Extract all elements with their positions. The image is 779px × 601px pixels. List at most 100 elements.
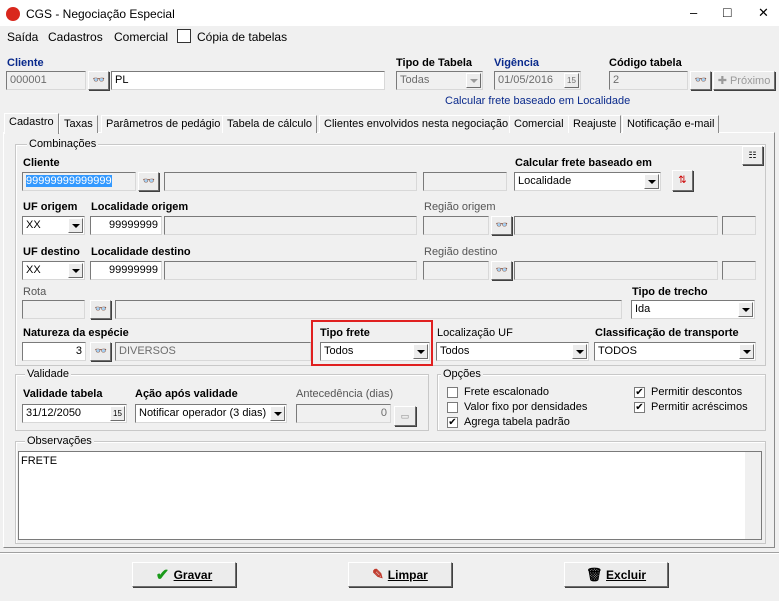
comb-cliente-field[interactable]: 99999999999999 xyxy=(22,172,136,191)
vigencia-date-field[interactable]: 01/05/2016 15 xyxy=(494,71,581,90)
frete-escalonado-checkbox[interactable] xyxy=(447,387,458,398)
menu-saida[interactable]: Saída xyxy=(7,30,38,44)
checkmark-icon: ✔ xyxy=(155,566,174,584)
vigencia-label: Vigência xyxy=(494,57,540,69)
acao-select[interactable]: Notificar operador (3 dias) xyxy=(135,404,287,423)
regiao-origem-search-button[interactable]: 👓 xyxy=(491,216,512,235)
observacoes-textarea[interactable]: FRETE xyxy=(18,451,762,540)
rota-field[interactable] xyxy=(22,300,85,319)
trash-icon: 🗑 xyxy=(585,566,607,582)
observacoes-scrollbar[interactable] xyxy=(745,452,761,539)
permitir-acrescimos-checkbox[interactable]: ✔ xyxy=(634,402,645,413)
maximize-button[interactable]: □ xyxy=(723,4,731,20)
loc-destino-field[interactable]: 99999999 xyxy=(90,261,162,280)
regiao-origem-label: Região origem xyxy=(424,201,496,213)
localizacao-uf-select[interactable]: Todos xyxy=(436,342,589,361)
chevron-down-icon xyxy=(644,174,659,189)
regiao-origem-field[interactable] xyxy=(423,216,489,235)
regiao-destino-label: Região destino xyxy=(424,246,498,258)
app-icon xyxy=(6,7,20,21)
classificacao-label: Classificação de transporte xyxy=(595,327,739,339)
regiao-destino-name-field[interactable] xyxy=(514,261,718,280)
cliente-code-field[interactable]: 000001 xyxy=(6,71,86,90)
tab-pedagio[interactable]: Parâmetros de pedágio xyxy=(101,115,226,133)
calendar-icon[interactable]: 15 xyxy=(110,406,125,421)
comb-cliente-name-field[interactable] xyxy=(164,172,417,191)
codigo-tabela-field[interactable]: 2 xyxy=(609,71,688,90)
chevron-down-icon xyxy=(68,263,83,278)
regiao-destino-field[interactable] xyxy=(423,261,489,280)
tipo-frete-select[interactable]: Todos xyxy=(320,342,430,361)
calc-note: Calcular frete baseado em Localidade xyxy=(445,95,631,107)
acao-label: Ação após validade xyxy=(135,388,238,400)
proximo-button[interactable]: ✚ Próximo xyxy=(713,71,775,90)
binoculars-icon: 👓 xyxy=(94,346,107,357)
calendar-icon[interactable]: 15 xyxy=(564,73,579,88)
minimize-button[interactable]: – xyxy=(690,5,697,20)
codigo-search-button[interactable]: 👓 xyxy=(690,71,711,90)
comb-cliente-search-button[interactable]: 👓 xyxy=(138,172,159,191)
rota-name-field[interactable] xyxy=(115,300,622,319)
tab-tabela-calculo[interactable]: Tabela de cálculo xyxy=(222,115,318,133)
regiao-destino-extra-field[interactable] xyxy=(722,261,756,280)
chevron-down-icon xyxy=(466,73,481,88)
chevron-down-icon xyxy=(270,406,285,421)
swap-icon[interactable]: ⇅ xyxy=(672,170,693,191)
chevron-down-icon xyxy=(738,302,753,317)
tipo-tabela-select[interactable]: Todas xyxy=(396,71,483,90)
uf-destino-select[interactable]: XX xyxy=(22,261,85,280)
tab-reajuste[interactable]: Reajuste xyxy=(568,115,622,133)
menu-bar: Saída Cadastros Comercial Cópia de tabel… xyxy=(0,27,779,47)
rota-search-button[interactable]: 👓 xyxy=(90,300,111,319)
comb-cliente-label: Cliente xyxy=(23,157,60,169)
regiao-origem-extra-field[interactable] xyxy=(722,216,756,235)
natureza-search-button[interactable]: 👓 xyxy=(90,342,111,361)
plus-icon: ✚ xyxy=(717,75,730,87)
menu-comercial[interactable]: Comercial xyxy=(114,30,168,44)
uf-origem-select[interactable]: XX xyxy=(22,216,85,235)
validade-tabela-date-field[interactable]: 31/12/2050 15 xyxy=(22,404,127,423)
menu-cadastros[interactable]: Cadastros xyxy=(48,30,103,44)
validade-tabela-label: Validade tabela xyxy=(23,388,103,400)
close-button[interactable]: ✕ xyxy=(758,5,769,21)
permitir-descontos-checkbox[interactable]: ✔ xyxy=(634,387,645,398)
chevron-down-icon xyxy=(572,344,587,359)
antecedencia-field[interactable]: 0 xyxy=(296,404,391,423)
binoculars-icon: 👓 xyxy=(495,265,508,276)
valor-fixo-checkbox[interactable] xyxy=(447,402,458,413)
loc-destino-name-field[interactable] xyxy=(164,261,417,280)
tab-clientes-envolvidos[interactable]: Clientes envolvidos nesta negociação xyxy=(319,115,514,133)
regiao-origem-name-field[interactable] xyxy=(514,216,718,235)
chevron-down-icon xyxy=(68,218,83,233)
tab-notificacao[interactable]: Notificação e-mail xyxy=(622,115,720,133)
agrega-tabela-checkbox[interactable]: ✔ xyxy=(447,417,458,428)
binoculars-icon: 👓 xyxy=(94,304,107,315)
chevron-down-icon xyxy=(413,344,428,359)
cliente-name-field[interactable]: PL xyxy=(111,71,385,90)
menu-copia-tabelas[interactable]: Cópia de tabelas xyxy=(197,30,287,44)
antecedencia-calc-button[interactable]: ▭ xyxy=(394,406,416,426)
tipo-trecho-select[interactable]: Ida xyxy=(631,300,755,319)
bottom-divider xyxy=(0,552,779,554)
calc-base-select[interactable]: Localidade xyxy=(514,172,661,191)
window-title: CGS - Negociação Especial xyxy=(26,7,175,21)
gravar-button[interactable]: ✔ Gravar xyxy=(132,562,236,587)
tab-cadastro[interactable]: Cadastro xyxy=(4,113,59,134)
observacoes-title: Observações xyxy=(25,435,94,447)
config-icon[interactable]: ☷ xyxy=(742,146,763,165)
tab-comercial[interactable]: Comercial xyxy=(509,115,569,133)
comb-cliente-extra-field[interactable] xyxy=(423,172,507,191)
limpar-button[interactable]: ✎ Limpar xyxy=(348,562,452,587)
eraser-icon: ✎ xyxy=(372,566,388,582)
tab-taxas[interactable]: Taxas xyxy=(59,115,98,133)
natureza-name-field[interactable]: DIVERSOS xyxy=(115,342,311,361)
loc-origem-field[interactable]: 99999999 xyxy=(90,216,162,235)
loc-origem-name-field[interactable] xyxy=(164,216,417,235)
cliente-search-button[interactable]: 👓 xyxy=(88,71,109,90)
classificacao-select[interactable]: TODOS xyxy=(594,342,756,361)
natureza-code-field[interactable]: 3 xyxy=(22,342,86,361)
regiao-destino-search-button[interactable]: 👓 xyxy=(491,261,512,280)
opcoes-title: Opções xyxy=(441,368,483,380)
excluir-button[interactable]: 🗑 Excluir xyxy=(564,562,668,587)
tipo-frete-label: Tipo frete xyxy=(320,327,370,339)
